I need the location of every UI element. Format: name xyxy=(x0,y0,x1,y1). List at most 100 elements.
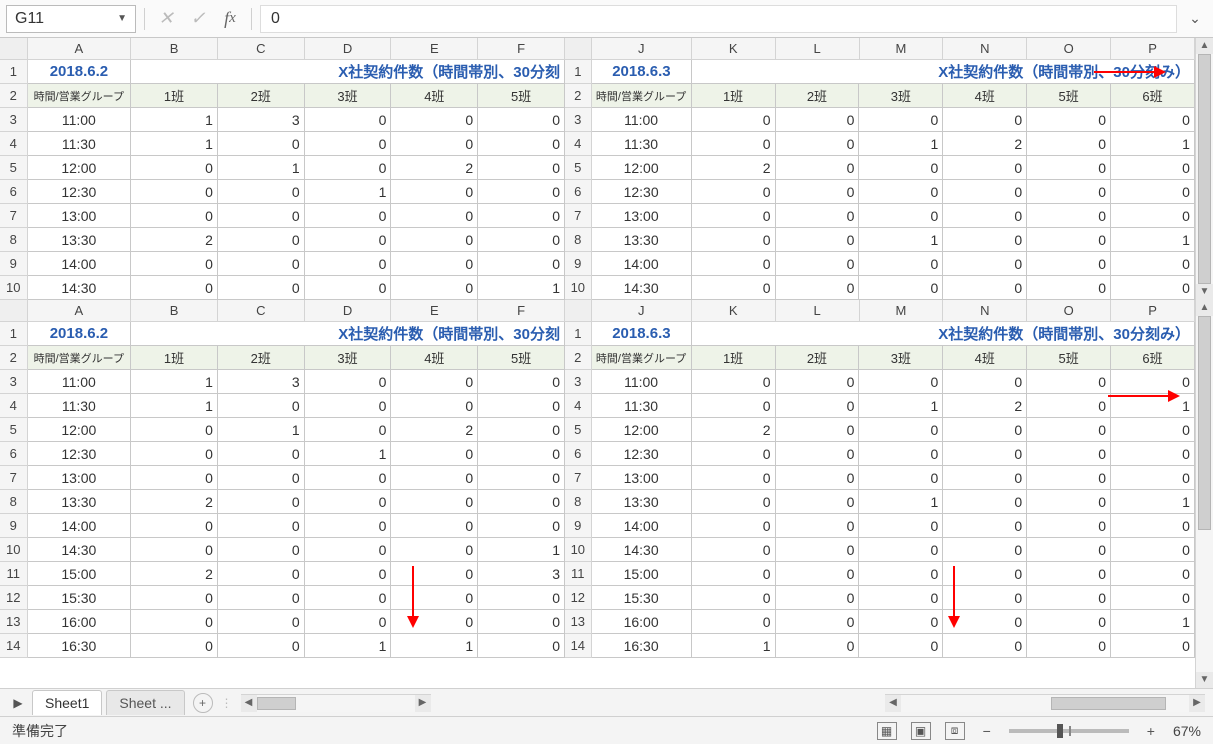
data-cell[interactable]: 0 xyxy=(859,418,943,442)
sheet-tab[interactable]: Sheet ... xyxy=(106,690,184,715)
data-cell[interactable]: 1 xyxy=(1111,394,1195,418)
data-cell[interactable]: 0 xyxy=(776,276,860,300)
data-cell[interactable]: 0 xyxy=(692,466,776,490)
data-cell[interactable]: 0 xyxy=(859,610,943,634)
data-cell[interactable]: 0 xyxy=(776,108,860,132)
data-cell[interactable]: 0 xyxy=(1027,490,1111,514)
data-cell[interactable]: 0 xyxy=(305,586,392,610)
select-all-corner[interactable] xyxy=(565,300,592,322)
data-cell[interactable]: 0 xyxy=(131,442,218,466)
column-header[interactable]: B xyxy=(131,38,218,60)
column-header[interactable]: C xyxy=(218,300,305,322)
row-header[interactable]: 4 xyxy=(0,132,28,156)
data-cell[interactable]: 0 xyxy=(218,634,305,658)
data-cell[interactable]: 0 xyxy=(776,490,860,514)
data-cell[interactable]: 2 xyxy=(692,418,776,442)
data-cell[interactable]: 0 xyxy=(1027,252,1111,276)
data-cell[interactable]: 1 xyxy=(1111,228,1195,252)
data-cell[interactable]: 0 xyxy=(305,610,392,634)
data-cell[interactable]: 0 xyxy=(1111,276,1195,300)
row-header[interactable]: 9 xyxy=(565,252,592,276)
data-cell[interactable]: 0 xyxy=(218,204,305,228)
data-cell[interactable]: 0 xyxy=(859,276,943,300)
data-cell[interactable]: 0 xyxy=(218,276,305,300)
group-header[interactable]: 5班 xyxy=(1027,84,1111,108)
data-cell[interactable]: 0 xyxy=(859,180,943,204)
data-cell[interactable]: 0 xyxy=(305,156,392,180)
group-header[interactable]: 3班 xyxy=(305,84,392,108)
row-header[interactable]: 8 xyxy=(565,228,592,252)
data-cell[interactable]: 1 xyxy=(131,394,218,418)
data-cell[interactable]: 0 xyxy=(776,418,860,442)
data-cell[interactable]: 0 xyxy=(776,132,860,156)
view-break-button[interactable]: ⧈ xyxy=(945,722,965,740)
data-cell[interactable]: 0 xyxy=(305,276,392,300)
time-cell[interactable]: 11:00 xyxy=(28,370,132,394)
group-header[interactable]: 4班 xyxy=(943,346,1027,370)
data-cell[interactable]: 1 xyxy=(692,634,776,658)
data-cell[interactable]: 0 xyxy=(218,252,305,276)
data-cell[interactable]: 0 xyxy=(776,370,860,394)
data-cell[interactable]: 0 xyxy=(776,610,860,634)
data-cell[interactable]: 1 xyxy=(218,156,305,180)
row-header[interactable]: 14 xyxy=(0,634,28,658)
time-cell[interactable]: 12:00 xyxy=(28,156,132,180)
group-header[interactable]: 1班 xyxy=(131,346,218,370)
group-header[interactable]: 3班 xyxy=(859,84,943,108)
data-cell[interactable]: 0 xyxy=(305,370,392,394)
data-cell[interactable]: 0 xyxy=(391,108,478,132)
formula-input[interactable]: 0 xyxy=(260,5,1177,33)
name-box[interactable]: G11 ▼ xyxy=(6,5,136,33)
data-cell[interactable]: 0 xyxy=(1027,562,1111,586)
time-cell[interactable]: 11:00 xyxy=(592,370,692,394)
data-cell[interactable]: 0 xyxy=(305,394,392,418)
data-cell[interactable]: 0 xyxy=(859,108,943,132)
data-cell[interactable]: 0 xyxy=(305,562,392,586)
time-cell[interactable]: 15:00 xyxy=(592,562,692,586)
time-cell[interactable]: 15:30 xyxy=(592,586,692,610)
row-header[interactable]: 6 xyxy=(565,442,592,466)
data-cell[interactable]: 1 xyxy=(305,634,392,658)
chevron-down-icon[interactable]: ▼ xyxy=(117,13,127,24)
data-cell[interactable]: 1 xyxy=(1111,132,1195,156)
time-cell[interactable]: 12:00 xyxy=(592,418,692,442)
data-cell[interactable]: 0 xyxy=(943,538,1027,562)
time-cell[interactable]: 13:30 xyxy=(592,490,692,514)
data-cell[interactable]: 2 xyxy=(131,228,218,252)
date-cell[interactable]: 2018.6.2 xyxy=(28,322,132,346)
group-header[interactable]: 2班 xyxy=(218,84,305,108)
table-title[interactable]: X社契約件数（時間帯別、30分刻 xyxy=(131,322,565,346)
column-header[interactable]: M xyxy=(860,300,944,322)
data-cell[interactable]: 0 xyxy=(692,180,776,204)
column-header[interactable]: L xyxy=(776,300,860,322)
scroll-up-icon[interactable]: ▲ xyxy=(1196,300,1213,316)
group-header[interactable]: 2班 xyxy=(776,84,860,108)
column-header[interactable]: D xyxy=(305,300,392,322)
data-cell[interactable]: 0 xyxy=(776,514,860,538)
data-cell[interactable]: 0 xyxy=(776,538,860,562)
data-cell[interactable]: 2 xyxy=(391,156,478,180)
data-cell[interactable]: 0 xyxy=(859,634,943,658)
select-all-corner[interactable] xyxy=(0,38,28,60)
data-cell[interactable]: 0 xyxy=(391,514,478,538)
data-cell[interactable]: 1 xyxy=(1111,490,1195,514)
time-cell[interactable]: 14:00 xyxy=(28,252,132,276)
data-cell[interactable]: 0 xyxy=(1111,108,1195,132)
data-cell[interactable]: 0 xyxy=(218,538,305,562)
data-cell[interactable]: 0 xyxy=(692,228,776,252)
column-header[interactable]: J xyxy=(592,38,692,60)
time-cell[interactable]: 14:30 xyxy=(592,276,692,300)
data-cell[interactable]: 3 xyxy=(218,370,305,394)
select-all-corner[interactable] xyxy=(565,38,592,60)
table-title[interactable]: X社契約件数（時間帯別、30分刻 xyxy=(131,60,565,84)
column-header[interactable]: P xyxy=(1111,38,1195,60)
row-header[interactable]: 12 xyxy=(565,586,592,610)
group-header[interactable]: 3班 xyxy=(859,346,943,370)
data-cell[interactable]: 0 xyxy=(943,252,1027,276)
data-cell[interactable]: 0 xyxy=(1027,538,1111,562)
data-cell[interactable]: 0 xyxy=(391,490,478,514)
row-header[interactable]: 3 xyxy=(0,370,28,394)
data-cell[interactable]: 0 xyxy=(692,490,776,514)
data-cell[interactable]: 0 xyxy=(478,252,565,276)
data-cell[interactable]: 0 xyxy=(391,370,478,394)
